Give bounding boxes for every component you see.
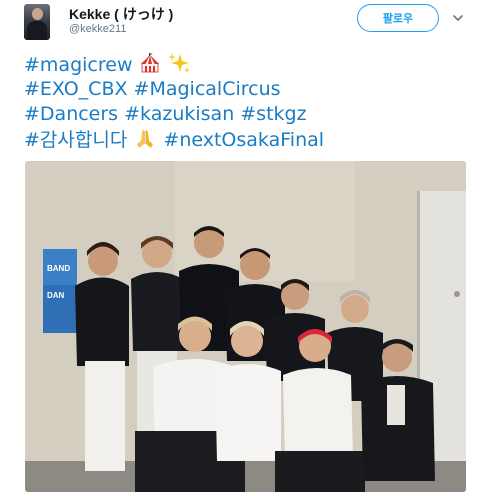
tweet-line-1: #magicrew bbox=[24, 52, 464, 77]
group-photo: BAND DAN bbox=[25, 161, 466, 492]
avatar-body bbox=[27, 21, 47, 40]
sparkles-icon bbox=[167, 53, 190, 73]
tweet-line-4: #감사합니다 #nextOsakaFinal bbox=[24, 127, 464, 152]
hashtag-line-dancers[interactable]: #Dancers #kazukisan #stkgz bbox=[24, 102, 464, 127]
hashtag-magicrew[interactable]: #magicrew bbox=[24, 54, 132, 76]
avatar-head bbox=[32, 8, 43, 20]
tweet-header: Kekke ( けっけ ) @kekke211 팔로우 bbox=[0, 0, 480, 44]
avatar[interactable] bbox=[24, 4, 50, 40]
follow-button[interactable]: 팔로우 bbox=[357, 4, 439, 32]
circus-tent-icon bbox=[140, 53, 159, 73]
user-handle[interactable]: @kekke211 bbox=[69, 23, 126, 35]
wall-posters: BAND DAN bbox=[43, 249, 77, 333]
chevron-down-icon[interactable] bbox=[452, 12, 464, 24]
poster-dan-text: DAN bbox=[47, 291, 65, 300]
hashtag-next-osaka-final[interactable]: #nextOsakaFinal bbox=[163, 129, 324, 151]
hashtag-thanks[interactable]: #감사합니다 bbox=[24, 129, 127, 151]
folded-hands-icon bbox=[137, 130, 154, 148]
poster-band-text: BAND bbox=[47, 264, 70, 273]
display-name[interactable]: Kekke ( けっけ ) bbox=[69, 4, 173, 24]
tweet-photo[interactable]: BAND DAN bbox=[25, 161, 466, 492]
tweet-text: #magicrew #EXO_CBX #MagicalCircus #Dance… bbox=[24, 52, 464, 152]
hashtag-line-exo-cbx[interactable]: #EXO_CBX #MagicalCircus bbox=[24, 77, 464, 102]
door-handle bbox=[454, 291, 460, 297]
